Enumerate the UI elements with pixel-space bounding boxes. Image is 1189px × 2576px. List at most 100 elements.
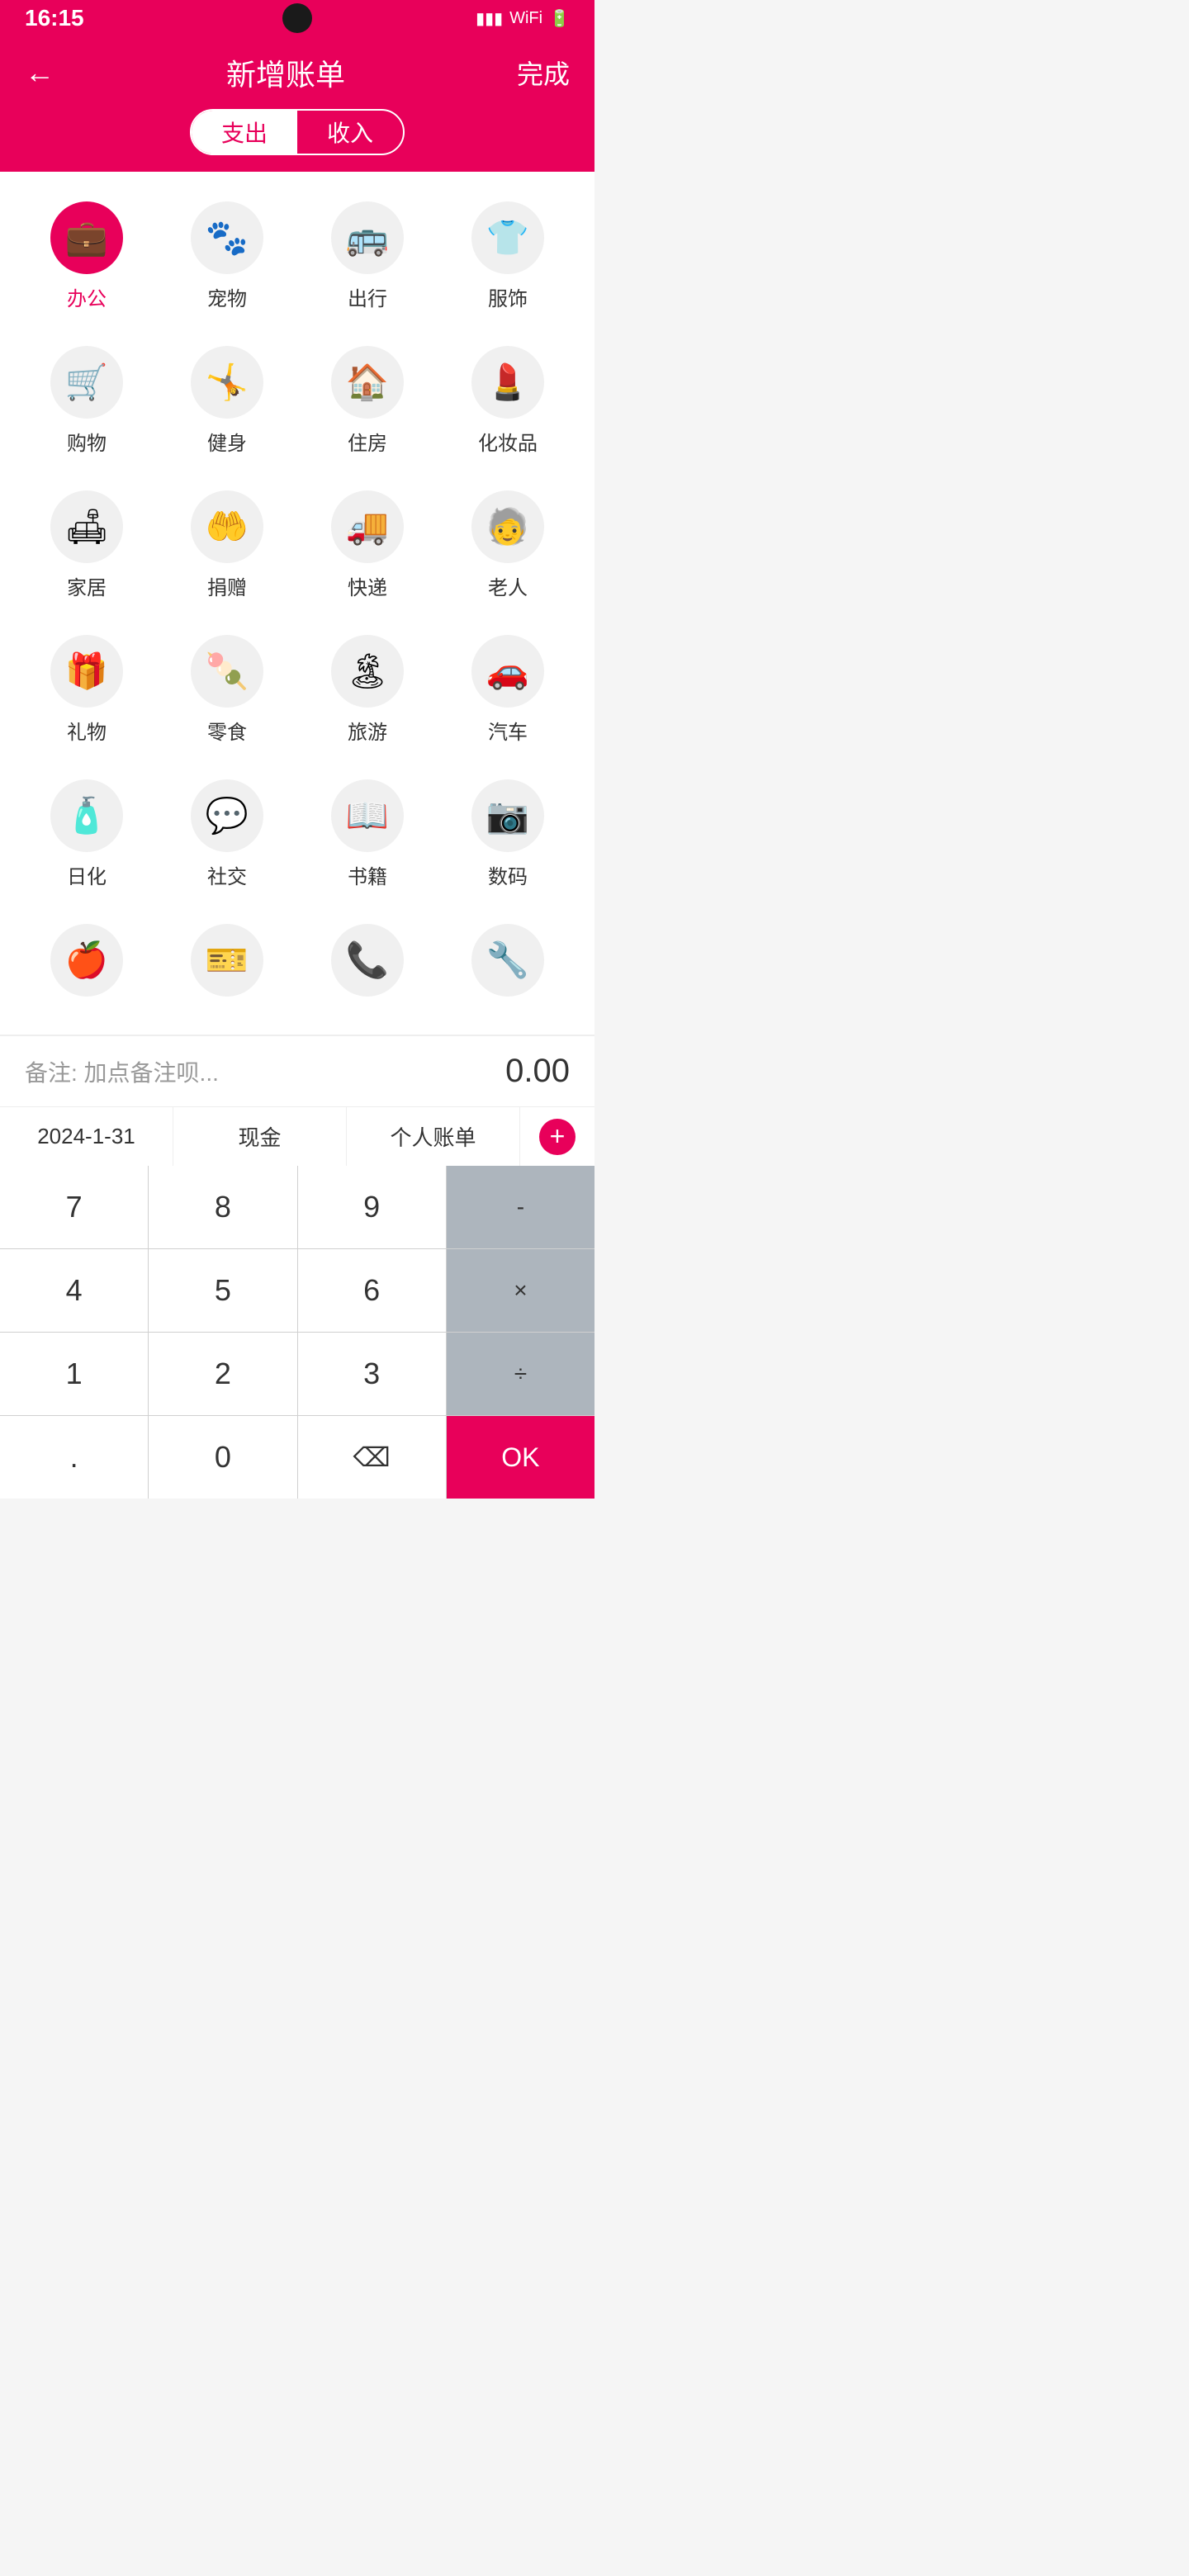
back-button[interactable]: ← [25,55,54,90]
category-item-delivery[interactable]: 🚚 快递 [297,477,438,613]
category-icon-digital: 📷 [471,779,544,852]
key-delete[interactable]: ⌫ [298,1416,446,1499]
category-item-snack[interactable]: 🍡 零食 [157,622,297,758]
tab-expense[interactable]: 支出 [192,111,297,154]
category-label-shopping: 购物 [67,427,107,456]
key-6[interactable]: 6 [298,1249,446,1332]
category-label-donation: 捐赠 [207,571,247,600]
status-icons: ▮▮▮ WiFi 🔋 [476,8,570,29]
category-item-pet[interactable]: 🐾 宠物 [157,188,297,324]
category-label-travel: 旅游 [348,716,387,745]
category-icon-transport: 🚌 [331,201,404,274]
category-item-clothing[interactable]: 👕 服饰 [438,188,578,324]
date-label: 2024-1-31 [37,1124,135,1149]
date-selector[interactable]: 2024-1-31 [0,1107,173,1166]
category-item-social[interactable]: 💬社交 [157,766,297,902]
category-label-daily: 日化 [67,860,107,889]
category-item-office[interactable]: 💼办公 [17,188,157,324]
category-label-transport: 出行 [348,282,387,311]
key-5[interactable]: 5 [149,1249,296,1332]
category-icon-shopping: 🛒 [50,346,123,419]
key--[interactable]: - [447,1166,594,1248]
category-icon-delivery: 🚚 [331,490,404,563]
category-item-travel[interactable]: 🏝旅游 [297,622,438,758]
battery-icon: 🔋 [549,8,570,29]
category-item-elderly[interactable]: 🧓 老人 [438,477,578,613]
key-0[interactable]: 0 [149,1416,296,1499]
category-icon-snack: 🍡 [191,635,263,708]
category-grid: 💼办公 🐾 宠物 🚌 出行 👕 服饰 🛒 购物 🤸 健身 🏠 住房 💄化妆品 🛋 家居 🤲捐赠 🚚 快递 🧓 老人 🎁 礼物… [0,172,594,1035]
key-8[interactable]: 8 [149,1166,296,1248]
key-÷[interactable]: ÷ [447,1333,594,1415]
payment-method-selector[interactable]: 现金 [173,1107,347,1166]
category-label-fitness: 健身 [207,427,247,456]
account-label: 个人账单 [390,1121,476,1152]
category-icon-fitness: 🤸 [191,346,263,419]
status-time: 16:15 [25,5,84,31]
category-item-coupon[interactable]: 🎫 [157,911,297,1018]
category-item-digital[interactable]: 📷数码 [438,766,578,902]
category-item-furniture[interactable]: 🛋 家居 [17,477,157,613]
category-icon-car: 🚗 [471,635,544,708]
category-icon-furniture: 🛋 [50,490,123,563]
category-icon-housing: 🏠 [331,346,404,419]
info-bar: 2024-1-31 现金 个人账单 + [0,1106,594,1166]
category-item-shopping[interactable]: 🛒 购物 [17,333,157,469]
category-icon-clothing: 👕 [471,201,544,274]
account-selector[interactable]: 个人账单 [347,1107,520,1166]
wifi-icon: WiFi [509,9,542,28]
category-item-transport[interactable]: 🚌 出行 [297,188,438,324]
category-label-gift: 礼物 [67,716,107,745]
key-3[interactable]: 3 [298,1333,446,1415]
category-label-elderly: 老人 [488,571,528,600]
category-item-books[interactable]: 📖书籍 [297,766,438,902]
key-4[interactable]: 4 [0,1249,148,1332]
category-item-donation[interactable]: 🤲捐赠 [157,477,297,613]
category-icon-elderly: 🧓 [471,490,544,563]
category-icon-tools: 🔧 [471,924,544,997]
category-label-car: 汽车 [488,716,528,745]
category-label-housing: 住房 [348,427,387,456]
add-icon[interactable]: + [539,1119,576,1155]
tab-container: 支出 收入 [190,109,405,155]
amount-display: 0.00 [505,1053,570,1090]
tab-income[interactable]: 收入 [297,111,403,154]
category-label-pet: 宠物 [207,282,247,311]
page-title: 新增账单 [226,51,345,94]
plus-symbol: + [550,1121,566,1152]
category-icon-social: 💬 [191,779,263,852]
category-item-car[interactable]: 🚗 汽车 [438,622,578,758]
key-2[interactable]: 2 [149,1333,296,1415]
category-item-cosmetics[interactable]: 💄化妆品 [438,333,578,469]
key-.[interactable]: . [0,1416,148,1499]
category-label-delivery: 快递 [348,571,387,600]
category-item-daily[interactable]: 🧴 日化 [17,766,157,902]
key-9[interactable]: 9 [298,1166,446,1248]
category-item-food[interactable]: 🍎 [17,911,157,1018]
key-1[interactable]: 1 [0,1333,148,1415]
category-item-gift[interactable]: 🎁 礼物 [17,622,157,758]
category-icon-pet: 🐾 [191,201,263,274]
category-icon-coupon: 🎫 [191,924,263,997]
done-button[interactable]: 完成 [517,54,570,92]
status-bar: 16:15 ▮▮▮ WiFi 🔋 [0,0,594,36]
category-item-tools[interactable]: 🔧 [438,911,578,1018]
category-item-housing[interactable]: 🏠 住房 [297,333,438,469]
key-7[interactable]: 7 [0,1166,148,1248]
key-ok[interactable]: OK [447,1416,594,1499]
category-label-snack: 零食 [207,716,247,745]
note-placeholder[interactable]: 备注: 加点备注呗... [25,1055,219,1088]
category-label-furniture: 家居 [67,571,107,600]
category-icon-books: 📖 [331,779,404,852]
category-icon-cosmetics: 💄 [471,346,544,419]
category-item-fitness[interactable]: 🤸 健身 [157,333,297,469]
add-button-container[interactable]: + [520,1107,594,1166]
camera-notch [282,3,312,33]
category-icon-food: 🍎 [50,924,123,997]
category-item-phone[interactable]: 📞 [297,911,438,1018]
category-label-clothing: 服饰 [488,282,528,311]
key-×[interactable]: × [447,1249,594,1332]
category-icon-daily: 🧴 [50,779,123,852]
category-icon-gift: 🎁 [50,635,123,708]
category-icon-phone: 📞 [331,924,404,997]
